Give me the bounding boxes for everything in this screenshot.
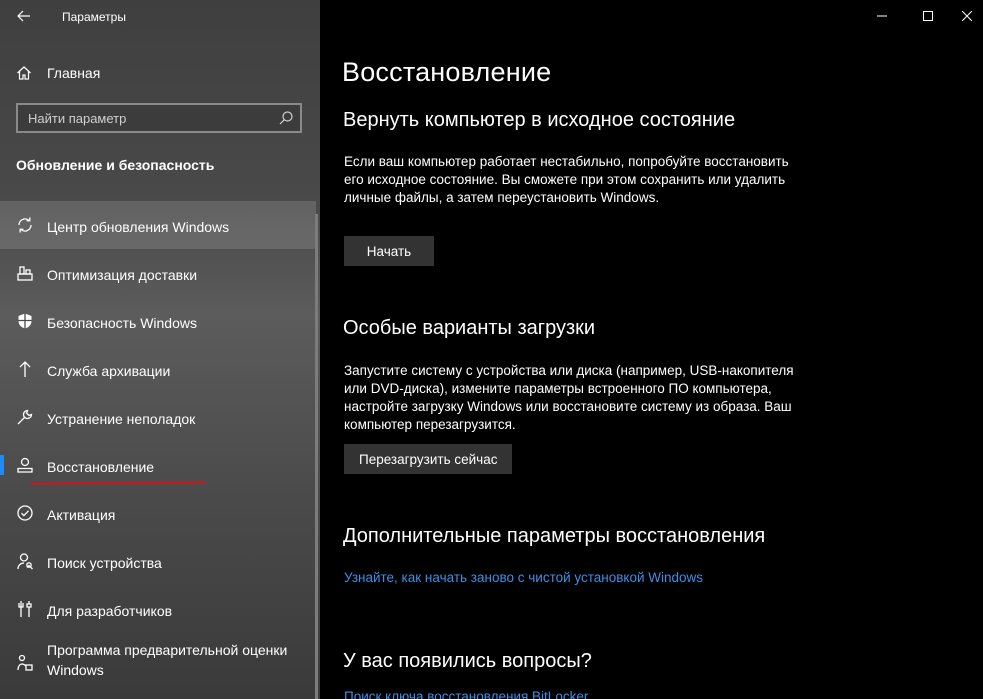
- settings-window: Параметры Главная Обновление и безопасно…: [0, 0, 983, 699]
- sidebar-item-windows-security[interactable]: Безопасность Windows: [0, 297, 316, 345]
- sidebar-item-label: Восстановление: [47, 459, 155, 475]
- page-title: Восстановление: [342, 57, 552, 87]
- app-title: Параметры: [62, 10, 126, 24]
- sidebar-scrollbar[interactable]: [315, 214, 318, 699]
- sidebar-item-troubleshoot[interactable]: Устранение неполадок: [0, 393, 316, 441]
- shield-icon: [18, 313, 32, 329]
- close-icon: [961, 11, 972, 21]
- search-input[interactable]: [18, 105, 278, 131]
- home-icon: [17, 66, 31, 80]
- sidebar: Параметры Главная Обновление и безопасно…: [0, 0, 320, 699]
- sidebar-item-label: Служба архивации: [47, 363, 171, 379]
- advanced-startup-heading: Особые варианты загрузки: [343, 317, 596, 339]
- sidebar-item-windows-update[interactable]: Центр обновления Windows: [0, 201, 316, 249]
- sidebar-item-backup[interactable]: Служба архивации: [0, 345, 316, 393]
- section-title: Обновление и безопасность: [16, 157, 215, 173]
- sidebar-item-label: Центр обновления Windows: [47, 219, 230, 235]
- sidebar-item-developers[interactable]: Для разработчиков: [0, 585, 316, 633]
- sidebar-item-activation[interactable]: Активация: [0, 489, 316, 537]
- back-button[interactable]: [12, 5, 36, 27]
- reset-heading: Вернуть компьютер в исходное состояние: [343, 109, 736, 131]
- maximize-button[interactable]: [905, 4, 951, 28]
- minimize-button[interactable]: [859, 4, 905, 28]
- sidebar-item-label: Активация: [47, 507, 116, 523]
- recovery-icon: [17, 457, 33, 473]
- sidebar-item-delivery-optimization[interactable]: Оптимизация доставки: [0, 249, 316, 297]
- dev-tools-icon: [18, 601, 32, 617]
- person-search-icon: [17, 553, 33, 570]
- get-started-button[interactable]: Начать: [344, 236, 434, 266]
- sidebar-item-label: Программа предварительной оценки Windows: [47, 642, 288, 678]
- search-icon[interactable]: [278, 110, 294, 126]
- back-arrow-icon: [17, 10, 30, 22]
- selected-indicator: [0, 455, 4, 475]
- sidebar-item-insider[interactable]: Программа предварительной оценки Windows: [0, 633, 316, 695]
- reset-description: Если ваш компьютер работает нестабильно,…: [344, 154, 789, 205]
- sync-icon: [18, 217, 32, 233]
- more-options-heading: Дополнительные параметры восстановления: [343, 525, 766, 547]
- insider-icon: [17, 654, 33, 671]
- delivery-icon: [17, 266, 33, 281]
- bitlocker-key-link[interactable]: Поиск ключа восстановления BitLocker: [344, 689, 588, 699]
- maximize-icon: [923, 11, 933, 21]
- sidebar-item-label: Безопасность Windows: [47, 315, 197, 331]
- sidebar-nav: Центр обновления Windows Оптимизация дос…: [0, 201, 320, 695]
- sidebar-item-find-device[interactable]: Поиск устройства: [0, 537, 316, 585]
- sidebar-titlebar: Параметры: [0, 0, 320, 34]
- restart-now-button[interactable]: Перезагрузить сейчас: [344, 444, 513, 474]
- home-label: Главная: [47, 65, 101, 81]
- search-box[interactable]: [16, 103, 302, 133]
- sidebar-item-label: Поиск устройства: [47, 555, 162, 571]
- main-content: Восстановление Вернуть компьютер в исход…: [320, 0, 983, 699]
- backup-arrow-icon: [19, 361, 31, 377]
- minimize-icon: [877, 15, 887, 17]
- sidebar-item-label: Устранение неполадок: [47, 411, 196, 427]
- wrench-icon: [17, 409, 33, 425]
- sidebar-item-label: Для разработчиков: [47, 603, 173, 619]
- advanced-startup-description: Запустите систему с устройства или диска…: [344, 363, 794, 432]
- close-button[interactable]: [950, 4, 983, 28]
- clean-install-link[interactable]: Узнайте, как начать заново с чистой уста…: [344, 570, 703, 585]
- questions-heading: У вас появились вопросы?: [343, 650, 592, 672]
- sidebar-item-label: Оптимизация доставки: [47, 267, 198, 283]
- home-nav-item[interactable]: Главная: [0, 58, 320, 88]
- check-circle-icon: [17, 505, 33, 521]
